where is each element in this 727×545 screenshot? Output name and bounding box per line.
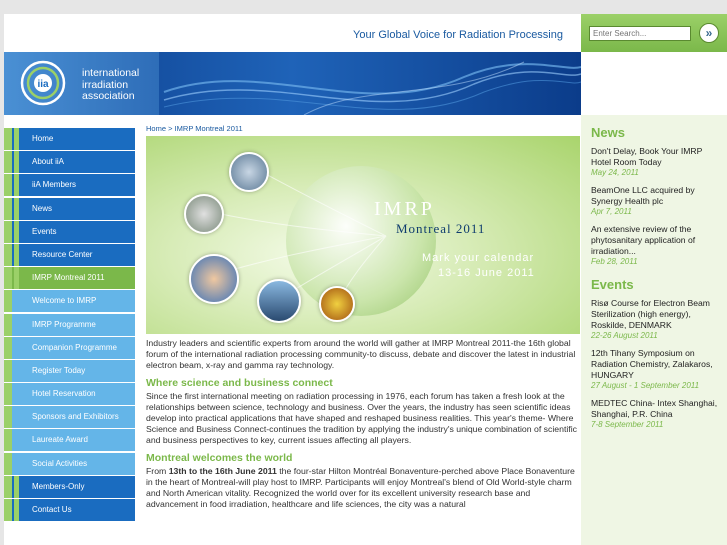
breadcrumb-current: IMRP Montreal 2011 — [174, 124, 243, 133]
sidebar-item-social[interactable]: Social Activities — [4, 452, 135, 475]
montreal-from: From — [146, 466, 169, 476]
news-item-title[interactable]: Don't Delay, Book Your IMRP Hotel Room T… — [591, 146, 721, 168]
news-item-date: May 24, 2011 — [591, 168, 639, 177]
hero-light-rays — [205, 165, 387, 307]
hero-title: IMRP — [374, 198, 435, 220]
event-item-title[interactable]: 12th Tihany Symposium on Radiation Chemi… — [591, 348, 721, 381]
news-item-date: Apr 7, 2011 — [591, 207, 632, 216]
hero-mark-calendar: Mark your calendar — [422, 252, 535, 264]
chevron-double-right-icon: » — [705, 26, 713, 40]
sidebar-item-contact[interactable]: Contact Us — [4, 499, 135, 521]
logo-mark-text: iia — [37, 79, 49, 90]
sidebar-item-register[interactable]: Register Today — [4, 359, 135, 382]
page: Your Global Voice for Radiation Processi… — [4, 14, 727, 545]
sidebar-item-members[interactable]: iiA Members — [4, 174, 135, 197]
montreal-skyline-photo — [257, 279, 301, 323]
news-item-date: Feb 28, 2011 — [591, 257, 638, 266]
logo-line-3: association — [82, 90, 135, 102]
breadcrumb-home[interactable]: Home — [146, 124, 166, 133]
event-item-title[interactable]: MEDTEC China- Intex Shanghai, Shanghai, … — [591, 398, 721, 420]
event-item-title[interactable]: Risø Course for Electron Beam Sterilizat… — [591, 298, 721, 331]
news-item[interactable]: BeamOne LLC acquired by Synergy Health p… — [591, 185, 721, 217]
section-heading-science-business: Where science and business connect — [146, 377, 333, 389]
section-heading-montreal: Montreal welcomes the world — [146, 452, 293, 464]
sidebar-item-imrp-montreal[interactable]: IMRP Montreal 2011 — [4, 267, 135, 290]
breadcrumb: Home > IMRP Montreal 2011 — [146, 124, 580, 136]
hero-city: Montreal 2011 — [396, 221, 486, 236]
events-heading: Events — [591, 277, 634, 292]
event-item-date: 7-8 September 2011 — [591, 420, 664, 429]
breadcrumb-separator: > — [168, 124, 173, 133]
sidebar-item-hotel[interactable]: Hotel Reservation — [4, 383, 135, 406]
fruit-photo — [319, 286, 355, 322]
sidebar-item-programme[interactable]: IMRP Programme — [4, 313, 135, 336]
news-item-title[interactable]: An extensive review of the phytosanitary… — [591, 224, 721, 257]
banner-right-spacer — [581, 52, 727, 115]
event-item-date: 22-26 August 2011 — [591, 331, 658, 340]
lab-equipment-photo — [184, 194, 224, 234]
search-button[interactable]: » — [699, 23, 719, 43]
site-tagline: Your Global Voice for Radiation Processi… — [353, 29, 563, 41]
event-item-date: 27 August - 1 September 2011 — [591, 381, 700, 390]
event-item[interactable]: Risø Course for Electron Beam Sterilizat… — [591, 298, 721, 341]
sidebar-item-laureate[interactable]: Laureate Award — [4, 429, 135, 452]
event-item[interactable]: MEDTEC China- Intex Shanghai, Shanghai, … — [591, 398, 721, 430]
main-content: Home > IMRP Montreal 2011 IMRP Montreal … — [146, 124, 580, 512]
news-item[interactable]: An extensive review of the phytosanitary… — [591, 224, 721, 267]
event-item[interactable]: 12th Tihany Symposium on Radiation Chemi… — [591, 348, 721, 391]
news-item-title[interactable]: BeamOne LLC acquired by Synergy Health p… — [591, 185, 721, 207]
hero-banner: IMRP Montreal 2011 Mark your calendar 13… — [146, 136, 580, 334]
logo-line-1: international — [82, 67, 140, 79]
sidebar-item-news[interactable]: News — [4, 197, 135, 220]
header-bar: Your Global Voice for Radiation Processi… — [4, 14, 581, 52]
logo-text: international irradiation association — [82, 67, 140, 103]
news-heading: News — [591, 125, 625, 140]
sidebar-item-about[interactable]: About iiA — [4, 151, 135, 174]
iia-logo-icon: iia — [20, 60, 66, 106]
hero-dates: 13-16 June 2011 — [438, 267, 535, 279]
search-input[interactable] — [589, 26, 691, 41]
sidebar-item-sponsors[interactable]: Sponsors and Exhibitors — [4, 406, 135, 429]
search-panel: » — [581, 14, 727, 52]
scientist-photo — [189, 254, 239, 304]
header-banner: iia international irradiation associatio… — [4, 52, 581, 115]
right-column: News Don't Delay, Book Your IMRP Hotel R… — [581, 115, 727, 545]
sidebar-item-members-only[interactable]: Members-Only — [4, 475, 135, 498]
science-business-paragraph: Since the first international meeting on… — [146, 391, 577, 445]
montreal-dates: 13th to the 16th June 2011 — [168, 466, 277, 476]
intro-paragraph: Industry leaders and scientific experts … — [146, 338, 576, 370]
logo[interactable]: iia international irradiation associatio… — [4, 52, 159, 115]
news-item[interactable]: Don't Delay, Book Your IMRP Hotel Room T… — [591, 146, 721, 178]
montreal-paragraph: From 13th to the 16th June 2011 the four… — [146, 466, 580, 510]
sidebar-item-events[interactable]: Events — [4, 220, 135, 243]
sidebar-item-resource-center[interactable]: Resource Center — [4, 243, 135, 266]
sidebar-item-welcome[interactable]: Welcome to IMRP — [4, 290, 135, 313]
sidebar-item-home[interactable]: Home — [4, 128, 135, 150]
business-people-photo — [229, 152, 269, 192]
sidebar-item-companion-programme[interactable]: Companion Programme — [4, 336, 135, 359]
sidebar-nav: Home About iiA iiA Members News Events R… — [4, 128, 135, 522]
